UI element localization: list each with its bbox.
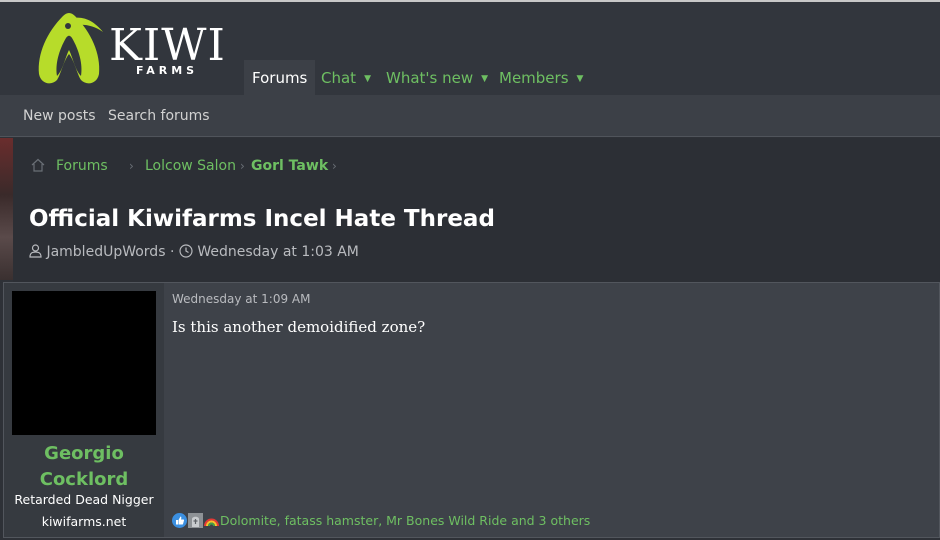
- breadcrumb-separator: ›: [240, 159, 245, 173]
- post-date[interactable]: Wednesday at 1:09 AM: [172, 292, 311, 306]
- breadcrumb-gorl-tawk[interactable]: Gorl Tawk: [251, 156, 328, 176]
- tab-chat[interactable]: Chat ▼: [321, 60, 371, 97]
- username-line-1: Georgio: [44, 443, 124, 464]
- tab-members[interactable]: Members ▼: [499, 60, 583, 97]
- reactions-list[interactable]: Dolomite, fatass hamster, Mr Bones Wild …: [220, 513, 590, 528]
- tab-chat-label: Chat: [321, 69, 357, 87]
- chevron-down-icon[interactable]: ▼: [481, 74, 488, 84]
- thread-date[interactable]: Wednesday at 1:03 AM: [197, 244, 359, 260]
- tab-forums-label: Forums: [252, 69, 308, 87]
- username-line-2: Cocklord: [39, 469, 129, 490]
- tab-whats-new-label: What's new: [386, 69, 474, 87]
- thread-header: Forums › Lolcow Salon › Gorl Tawk › Offi…: [13, 138, 940, 282]
- page-title: Official Kiwifarms Incel Hate Thread: [29, 206, 495, 232]
- sub-navigation: New posts Search forums: [0, 95, 940, 137]
- clock-icon: [179, 244, 193, 258]
- tab-whats-new[interactable]: What's new ▼: [386, 60, 488, 97]
- user-icon: [29, 244, 42, 258]
- background-image-edge: [0, 138, 13, 280]
- meta-separator: ·: [169, 244, 175, 260]
- rainbow-icon: [204, 518, 219, 527]
- breadcrumb-separator: ›: [332, 159, 337, 173]
- user-title: Retarded Dead Nigger: [14, 492, 154, 507]
- home-icon[interactable]: [31, 156, 45, 176]
- thread-meta: JambledUpWords · Wednesday at 1:03 AM: [29, 242, 359, 260]
- tab-members-label: Members: [499, 69, 569, 87]
- avatar[interactable]: [12, 291, 156, 435]
- logo-wordmark: KIWI: [109, 20, 226, 71]
- chevron-down-icon[interactable]: ▼: [364, 74, 371, 84]
- search-forums-link[interactable]: Search forums: [108, 95, 210, 137]
- thumbs-up-icon: [172, 513, 187, 528]
- breadcrumb-forums[interactable]: Forums: [56, 156, 108, 176]
- thread-author[interactable]: JambledUpWords: [46, 244, 165, 260]
- chevron-down-icon[interactable]: ▼: [577, 74, 584, 84]
- site-logo[interactable]: KIWI FARMS: [33, 10, 243, 90]
- site-header: KIWI FARMS Forums Chat ▼ What's new ▼ Memb…: [0, 0, 940, 97]
- user-site: kiwifarms.net: [41, 514, 127, 529]
- logo-subtitle: FARMS: [136, 64, 199, 77]
- tombstone-icon: [188, 513, 203, 528]
- kiwi-bird-icon: [38, 13, 103, 84]
- post: Georgio Cocklord Retarded Dead Nigger ki…: [3, 282, 940, 538]
- post-body: Is this another demoidified zone?: [172, 318, 426, 336]
- post-user-cell: Georgio Cocklord Retarded Dead Nigger ki…: [4, 283, 164, 537]
- breadcrumb-lolcow-salon[interactable]: Lolcow Salon: [145, 156, 236, 176]
- tab-forums[interactable]: Forums: [244, 60, 316, 97]
- breadcrumb-separator: ›: [129, 159, 134, 173]
- new-posts-link[interactable]: New posts: [23, 95, 96, 137]
- post-username[interactable]: Georgio Cocklord: [4, 441, 164, 493]
